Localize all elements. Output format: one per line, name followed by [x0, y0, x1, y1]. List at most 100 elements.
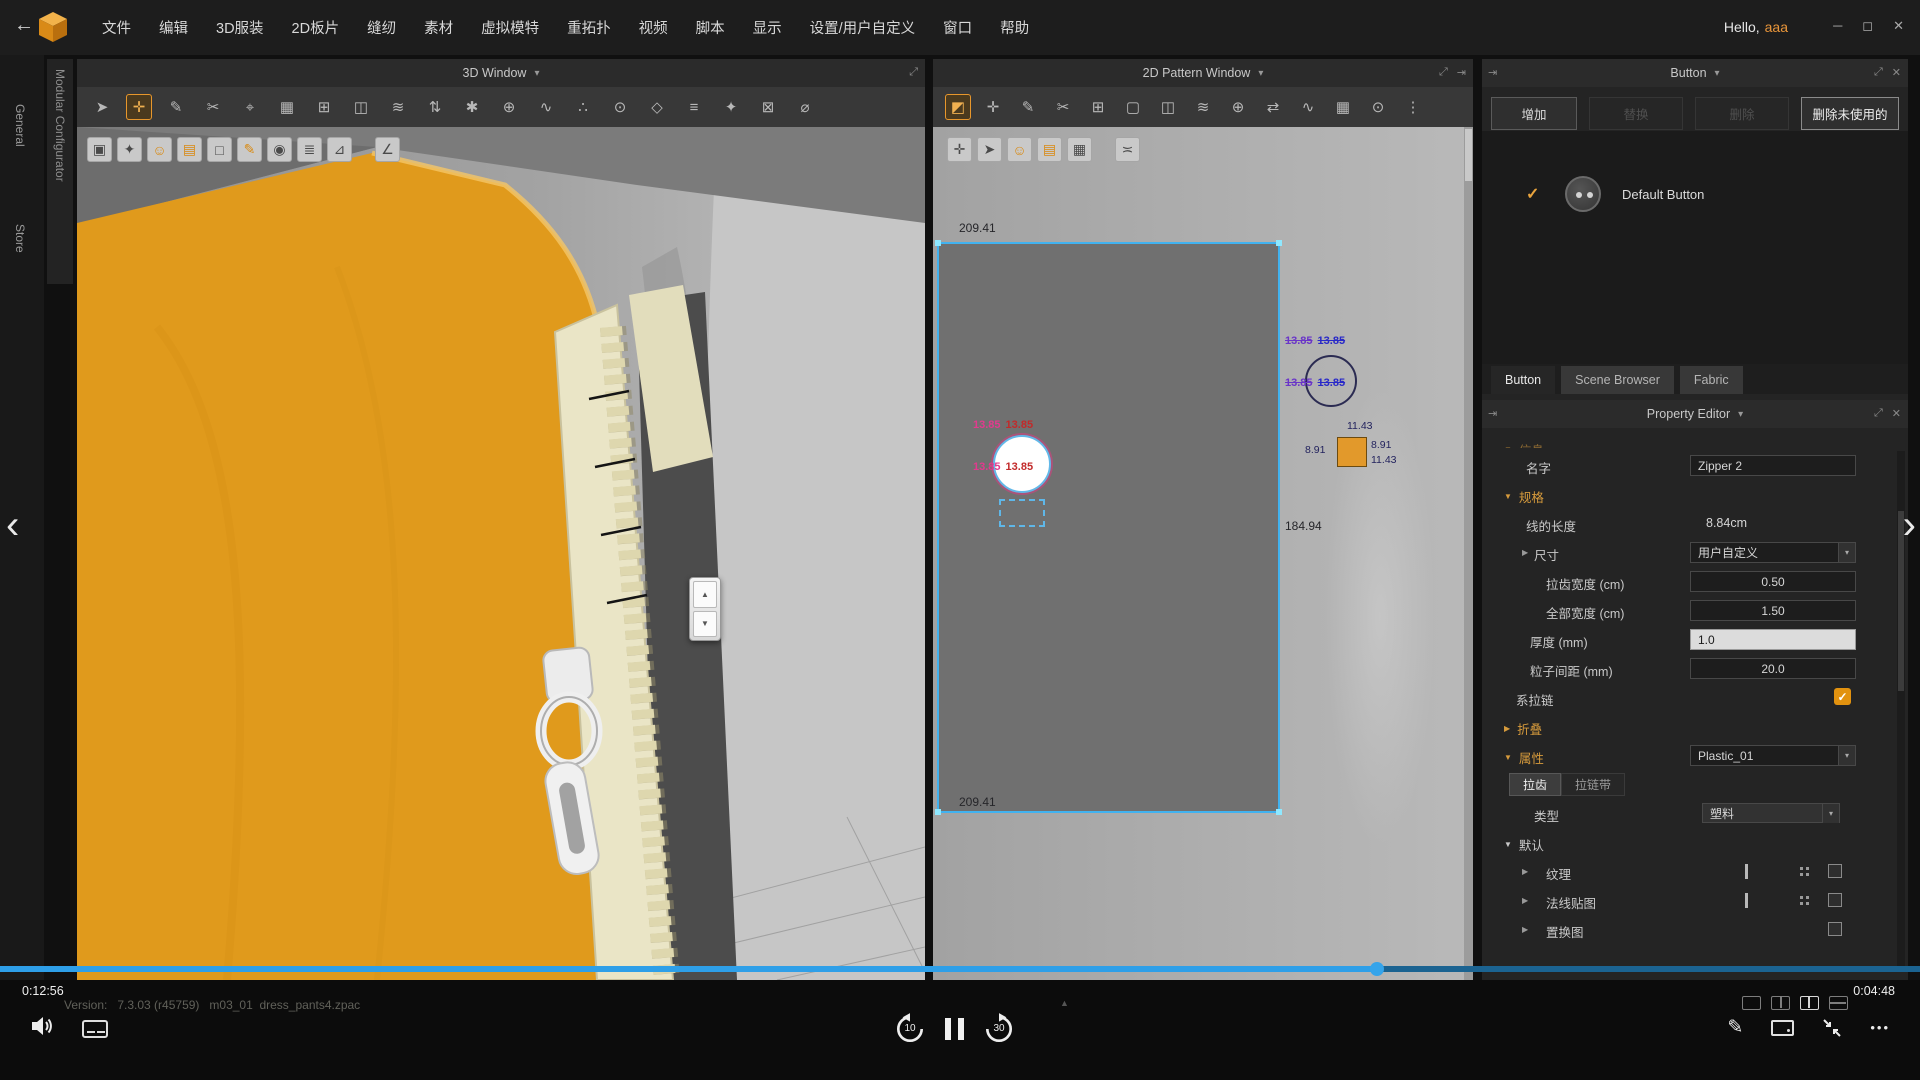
tool-icon[interactable]: ◫: [1155, 94, 1181, 120]
view-tool-icon[interactable]: ➤: [977, 137, 1002, 162]
tool-icon[interactable]: ✂: [200, 94, 226, 120]
list-item-default-button[interactable]: ✓ Default Button: [1482, 171, 1908, 217]
tool-icon[interactable]: ≡: [681, 94, 707, 120]
more-options-icon[interactable]: •••: [1870, 1020, 1890, 1035]
tool-icon[interactable]: ⇅: [422, 94, 448, 120]
name-input[interactable]: Zipper 2: [1690, 455, 1856, 476]
dock-icon[interactable]: ⇥: [1488, 66, 1497, 79]
tool-icon[interactable]: ⊕: [1225, 94, 1251, 120]
collapse-icon[interactable]: [1822, 1018, 1842, 1038]
chevron-down-icon[interactable]: ▾: [1822, 804, 1839, 823]
teeth-width-input[interactable]: 0.50: [1690, 571, 1856, 592]
next-video-chevron[interactable]: ›: [1903, 505, 1916, 545]
pause-button[interactable]: [943, 1014, 966, 1044]
tool-icon[interactable]: ✛: [126, 94, 152, 120]
menu-item[interactable]: 脚本: [682, 0, 739, 55]
previous-video-chevron[interactable]: ‹: [6, 505, 19, 545]
tool-icon[interactable]: ⊞: [311, 94, 337, 120]
tool-icon[interactable]: ⊙: [1365, 94, 1391, 120]
particle-distance-input[interactable]: 20.0: [1690, 658, 1856, 679]
view-tool-icon[interactable]: ☺: [147, 137, 172, 162]
button-square-marker[interactable]: [1337, 437, 1367, 467]
displacement-map-swatch[interactable]: [1828, 922, 1842, 936]
layout-single-icon[interactable]: [1742, 996, 1761, 1010]
view-tool-icon[interactable]: ⊿: [327, 137, 352, 162]
close-icon[interactable]: ✕: [1892, 66, 1901, 79]
layout-quad-icon[interactable]: [1800, 996, 1819, 1010]
menu-item[interactable]: 重拓扑: [553, 0, 625, 55]
triangle-icon[interactable]: ▶: [1522, 867, 1528, 876]
popout-icon[interactable]: ⤢: [1439, 66, 1448, 79]
back-icon[interactable]: ←: [14, 14, 34, 37]
texture-slider-handle[interactable]: [1745, 864, 1748, 879]
chevron-down-icon[interactable]: ▾: [1258, 68, 1263, 79]
panel-tab[interactable]: Button: [1491, 366, 1555, 394]
slider-down-button[interactable]: ▼: [693, 611, 717, 638]
layout-split-icon[interactable]: [1771, 996, 1790, 1010]
menu-item[interactable]: 窗口: [929, 0, 986, 55]
forward-30-button[interactable]: 30: [982, 1012, 1016, 1046]
tool-icon[interactable]: ≋: [1190, 94, 1216, 120]
progress-handle[interactable]: [1370, 962, 1384, 976]
replace-button[interactable]: 替换: [1589, 97, 1683, 130]
menu-item[interactable]: 显示: [739, 0, 796, 55]
view-tool-icon[interactable]: ◉: [267, 137, 292, 162]
subtitle-icon[interactable]: [82, 1020, 108, 1038]
pattern-handle[interactable]: [935, 809, 941, 815]
view-tool-icon[interactable]: ☺: [1007, 137, 1032, 162]
selection-rect[interactable]: [999, 499, 1045, 527]
normal-map-swatch[interactable]: [1828, 893, 1842, 907]
minimize-icon[interactable]: ─: [1833, 18, 1842, 34]
volume-icon[interactable]: [30, 1016, 54, 1036]
panel-tab[interactable]: Scene Browser: [1561, 366, 1674, 394]
view-tool-icon[interactable]: ∠: [375, 137, 400, 162]
fasten-zipper-checkbox[interactable]: ✓: [1834, 688, 1851, 705]
tool-icon[interactable]: ▦: [274, 94, 300, 120]
section-spec[interactable]: ▼ 规格: [1504, 487, 1544, 506]
section-fold[interactable]: ▶ 折叠: [1504, 719, 1542, 738]
tool-icon[interactable]: ▢: [1120, 94, 1146, 120]
pattern-handle[interactable]: [1276, 809, 1282, 815]
tool-icon[interactable]: ∿: [533, 94, 559, 120]
modular-configurator-tab[interactable]: Modular Configurator: [47, 59, 73, 284]
menu-item[interactable]: 素材: [410, 0, 467, 55]
delete-button[interactable]: 删除: [1695, 97, 1789, 130]
triangle-icon[interactable]: ▶: [1522, 548, 1528, 557]
pattern-handle[interactable]: [935, 240, 941, 246]
tool-icon[interactable]: ➤: [89, 94, 115, 120]
tool-icon[interactable]: ⊠: [755, 94, 781, 120]
type-dropdown[interactable]: 塑料 ▾: [1702, 803, 1840, 823]
add-button[interactable]: 增加: [1491, 97, 1577, 130]
size-dropdown[interactable]: 用户自定义 ▾: [1690, 542, 1856, 563]
view-tool-icon[interactable]: ▤: [177, 137, 202, 162]
video-progress-bar[interactable]: [0, 966, 1920, 972]
view-tool-icon[interactable]: ✛: [947, 137, 972, 162]
chevron-down-icon[interactable]: ▾: [1838, 746, 1855, 765]
popout-icon[interactable]: ⤢: [909, 66, 918, 79]
chevron-down-icon[interactable]: ▾: [534, 68, 539, 79]
menu-item[interactable]: 视频: [625, 0, 682, 55]
viewport-3d[interactable]: ▣✦☺▤□✎◉≣⊿∠ ▲ ▼: [77, 127, 925, 980]
view-tool-icon[interactable]: ▣: [87, 137, 112, 162]
layout-horizontal-icon[interactable]: [1829, 996, 1848, 1010]
triangle-icon[interactable]: ▶: [1522, 896, 1528, 905]
annotation-tablet-icon[interactable]: [1771, 1020, 1794, 1036]
tool-icon[interactable]: ⌀: [792, 94, 818, 120]
viewport-2d[interactable]: 209.41 209.41 184.94 13.8513.85 13.8513.…: [933, 127, 1473, 980]
chevron-down-icon[interactable]: ▾: [1715, 68, 1720, 79]
view-tool-icon[interactable]: ▤: [1037, 137, 1062, 162]
close-icon[interactable]: ✕: [1893, 18, 1904, 34]
tool-icon[interactable]: ⋮: [1400, 94, 1426, 120]
tool-icon[interactable]: ✎: [163, 94, 189, 120]
tool-icon[interactable]: ◫: [348, 94, 374, 120]
tool-icon[interactable]: ✛: [980, 94, 1006, 120]
menu-item[interactable]: 3D服装: [202, 0, 278, 55]
popout-icon[interactable]: ⤢: [1874, 66, 1883, 79]
rail-tab-general[interactable]: General: [13, 104, 27, 147]
tool-icon[interactable]: ≋: [385, 94, 411, 120]
tool-icon[interactable]: ▦: [1330, 94, 1356, 120]
account-greeting[interactable]: Hello,aaa: [1724, 19, 1788, 35]
pencil-icon[interactable]: ✎: [1727, 1016, 1743, 1039]
pattern-piece[interactable]: [937, 242, 1280, 813]
zipper-subtab[interactable]: 拉齿: [1509, 773, 1561, 796]
